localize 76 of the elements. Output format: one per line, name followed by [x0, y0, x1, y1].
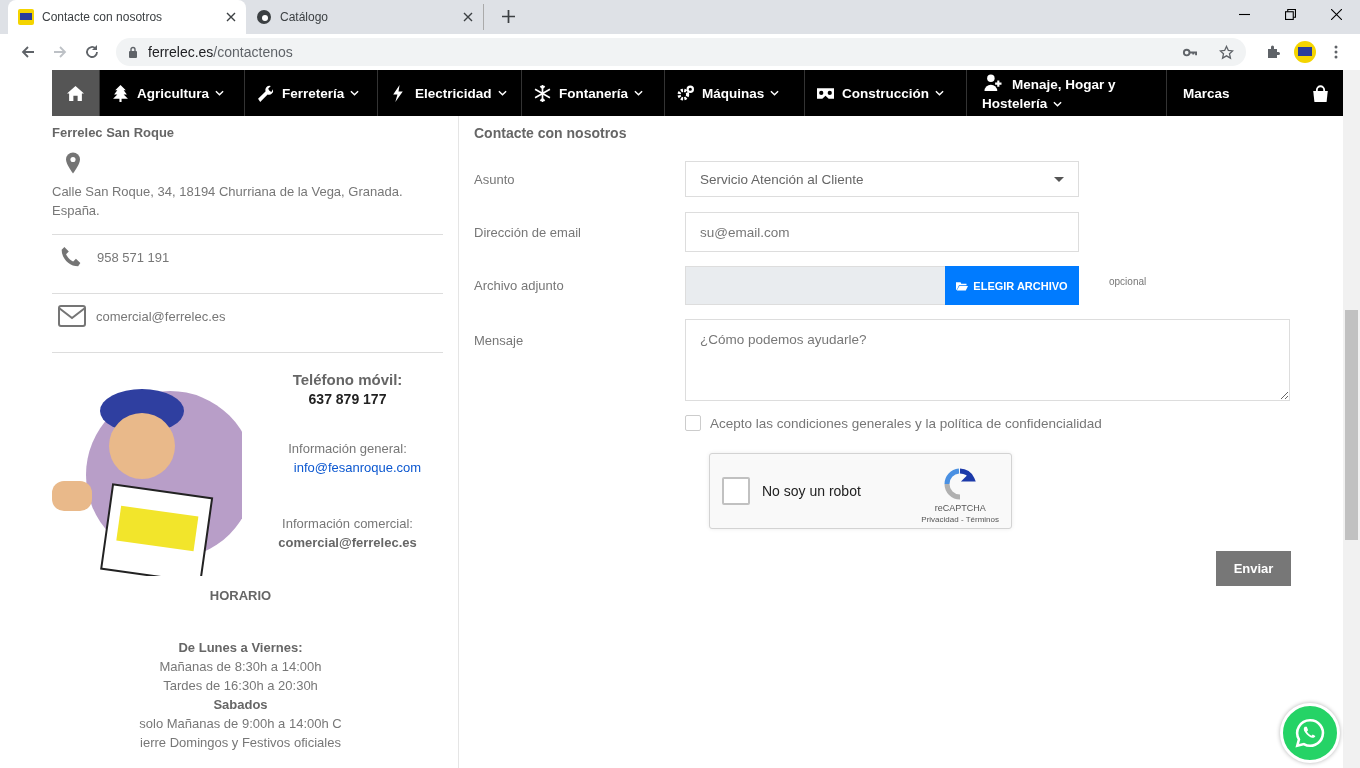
subject-dropdown[interactable]: Servicio Atención al Cliente [685, 161, 1079, 197]
wrench-icon [257, 84, 274, 102]
nav-link[interactable]: Fontanería [522, 70, 665, 116]
optional-note: opcional [1109, 276, 1147, 287]
folder-icon [956, 280, 969, 291]
info-label: Información general: [288, 441, 407, 456]
back-icon[interactable] [20, 44, 36, 60]
home-nav-link[interactable] [52, 70, 100, 116]
choose-file-button[interactable]: ELEGIR ARCHIVO [945, 266, 1079, 305]
nav-link[interactable]: Ferretería [245, 70, 378, 116]
scrollbar[interactable] [1343, 70, 1360, 768]
field-label: Asunto [474, 171, 516, 187]
circular-arrows-icon [944, 468, 977, 500]
email-link[interactable]: info@fesanroque.com [293, 460, 422, 475]
file-name-field[interactable] [685, 266, 945, 305]
profile-avatar-icon[interactable] [1294, 41, 1316, 63]
close-window-icon[interactable] [1331, 8, 1342, 20]
map-pin-icon [66, 152, 80, 174]
hours-title: HORARIO [208, 588, 273, 603]
checkbox[interactable] [685, 415, 701, 431]
info-label: Información comercial: [282, 516, 413, 531]
phone-icon [60, 246, 82, 268]
captcha-label: No soy un robot [762, 483, 862, 499]
message-field[interactable]: ¿Cómo podemos ayudarle? [685, 319, 1290, 401]
address-text: Calle San Roque, 34, 18194 Churriana de la Vega, Granada. España. [52, 183, 404, 220]
restore-icon[interactable] [1285, 8, 1296, 20]
nav-link[interactable]: Máquinas [665, 70, 805, 116]
caret-down-icon [1054, 176, 1064, 182]
reload-icon[interactable] [84, 44, 100, 60]
hours-line: solo Mañanas de 9:00h a 14:00h C [138, 715, 343, 733]
envelope-icon [58, 305, 86, 327]
browser-tab[interactable]: Catálogo [246, 4, 484, 30]
nav-link[interactable]: Electricidad [378, 70, 522, 116]
mobile-number: 637 879 177 [308, 391, 387, 407]
tree-icon [112, 84, 129, 102]
nav-link[interactable]: Marcas [1167, 70, 1297, 116]
email-field[interactable]: su@email.com [685, 212, 1079, 252]
home-icon [67, 84, 84, 102]
new-tab-icon[interactable] [502, 10, 515, 23]
snowflake-icon [534, 84, 551, 102]
browser-tab[interactable]: Contacte con nosotros [8, 0, 246, 34]
tab-title: Catálogo [280, 10, 330, 24]
gears-icon [677, 84, 694, 102]
commercial-email: comercial@ferrelec.es [278, 535, 417, 550]
tab-title: Contacte con nosotros [42, 10, 164, 24]
nav-link[interactable]: Agricultura [100, 70, 245, 116]
site-logo-icon [18, 9, 34, 25]
captcha-links: Privacidad - Términos [921, 515, 999, 524]
send-button[interactable]: Enviar [1216, 551, 1291, 586]
close-icon[interactable] [226, 12, 236, 22]
lock-icon [128, 46, 138, 58]
address-bar[interactable]: ferrelec.es/contactenos [116, 38, 1246, 66]
form-title: Contacte con nosotros [474, 125, 628, 143]
captcha-checkbox[interactable] [722, 477, 750, 505]
consent-label: Acepto las condiciones generales y la política de confidencialidad [710, 415, 1102, 431]
phone-number: 958 571 191 [97, 249, 170, 265]
captcha-brand: reCAPTCHA [934, 503, 986, 513]
hours-heading: De Lunes a Viernes: [177, 639, 304, 657]
field-label: Mensaje [474, 333, 525, 348]
hours-line: ierre Domingos y Festivos oficiales [139, 734, 342, 752]
field-label: Dirección de email [474, 224, 582, 240]
shopping-bag-icon [1312, 84, 1329, 102]
chat-bubble-phone-icon [1293, 716, 1327, 750]
user-plus-icon [982, 74, 1004, 91]
star-icon[interactable] [1219, 44, 1234, 60]
nav-link[interactable]: Construcción [805, 70, 967, 116]
hours-heading: Sabados [212, 696, 269, 714]
field-label: Archivo adjunto [474, 278, 565, 293]
company-name: Ferrelec San Roque [52, 125, 176, 140]
puzzle-icon[interactable] [1266, 44, 1282, 60]
hours-line: Mañanas de 8:30h a 14:00h [158, 658, 323, 676]
mobile-label: Teléfono móvil: [292, 371, 403, 388]
close-icon[interactable] [463, 12, 473, 22]
email-address: comercial@ferrelec.es [96, 308, 226, 324]
nav-link[interactable]: Menaje, Hogar y Hostelería [967, 70, 1167, 116]
hours-line: Tardes de 16:30h a 20:30h [162, 677, 319, 695]
